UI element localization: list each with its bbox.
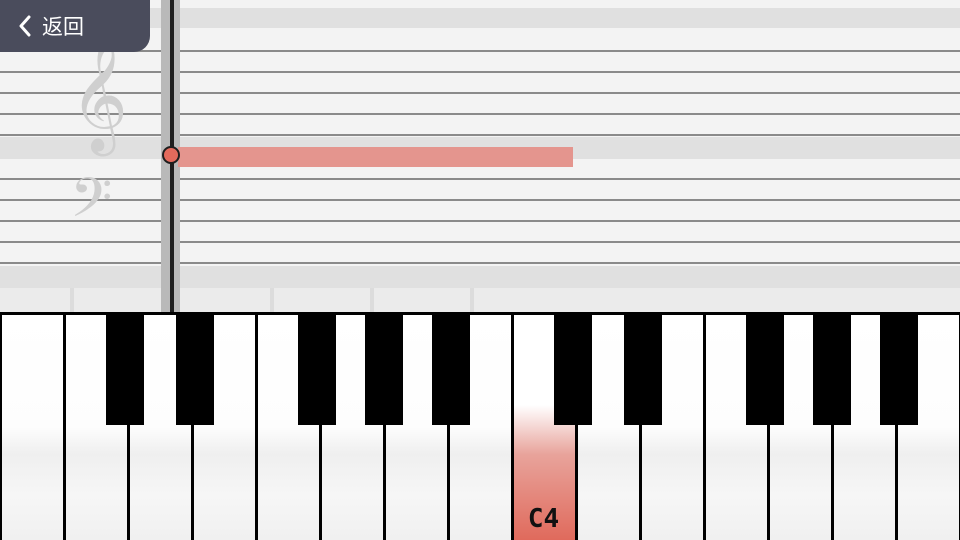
black-key[interactable] bbox=[298, 315, 336, 425]
note-head bbox=[162, 146, 180, 164]
staff-line bbox=[0, 199, 960, 201]
staff-line bbox=[0, 92, 960, 94]
staff-line bbox=[0, 50, 960, 52]
treble-clef-icon: 𝄞 bbox=[70, 38, 128, 152]
measure-tick bbox=[270, 288, 274, 312]
black-key[interactable] bbox=[880, 315, 918, 425]
staff-line bbox=[0, 241, 960, 243]
chevron-left-icon bbox=[19, 15, 31, 37]
staff-line bbox=[0, 178, 960, 180]
black-key[interactable] bbox=[365, 315, 403, 425]
staff-line bbox=[0, 71, 960, 73]
piano-keyboard bbox=[0, 312, 960, 540]
black-key[interactable] bbox=[554, 315, 592, 425]
note-bar bbox=[178, 147, 573, 167]
black-key[interactable] bbox=[746, 315, 784, 425]
black-key[interactable] bbox=[432, 315, 470, 425]
black-key[interactable] bbox=[176, 315, 214, 425]
staff-line bbox=[0, 262, 960, 264]
measure-tick bbox=[370, 288, 374, 312]
white-key[interactable] bbox=[2, 315, 63, 540]
ledger-band bbox=[0, 266, 960, 288]
measure-strip bbox=[0, 288, 960, 312]
pressed-key-label: C4 bbox=[527, 504, 560, 534]
black-key[interactable] bbox=[624, 315, 662, 425]
staff-line bbox=[0, 134, 960, 136]
bass-clef-icon: 𝄢 bbox=[70, 166, 113, 243]
back-label: 返回 bbox=[42, 15, 84, 39]
black-key[interactable] bbox=[813, 315, 851, 425]
black-key[interactable] bbox=[106, 315, 144, 425]
measure-tick bbox=[470, 288, 474, 312]
staff-line bbox=[0, 220, 960, 222]
back-button[interactable]: 返回 bbox=[0, 0, 150, 52]
staff-line bbox=[0, 113, 960, 115]
measure-tick bbox=[70, 288, 74, 312]
